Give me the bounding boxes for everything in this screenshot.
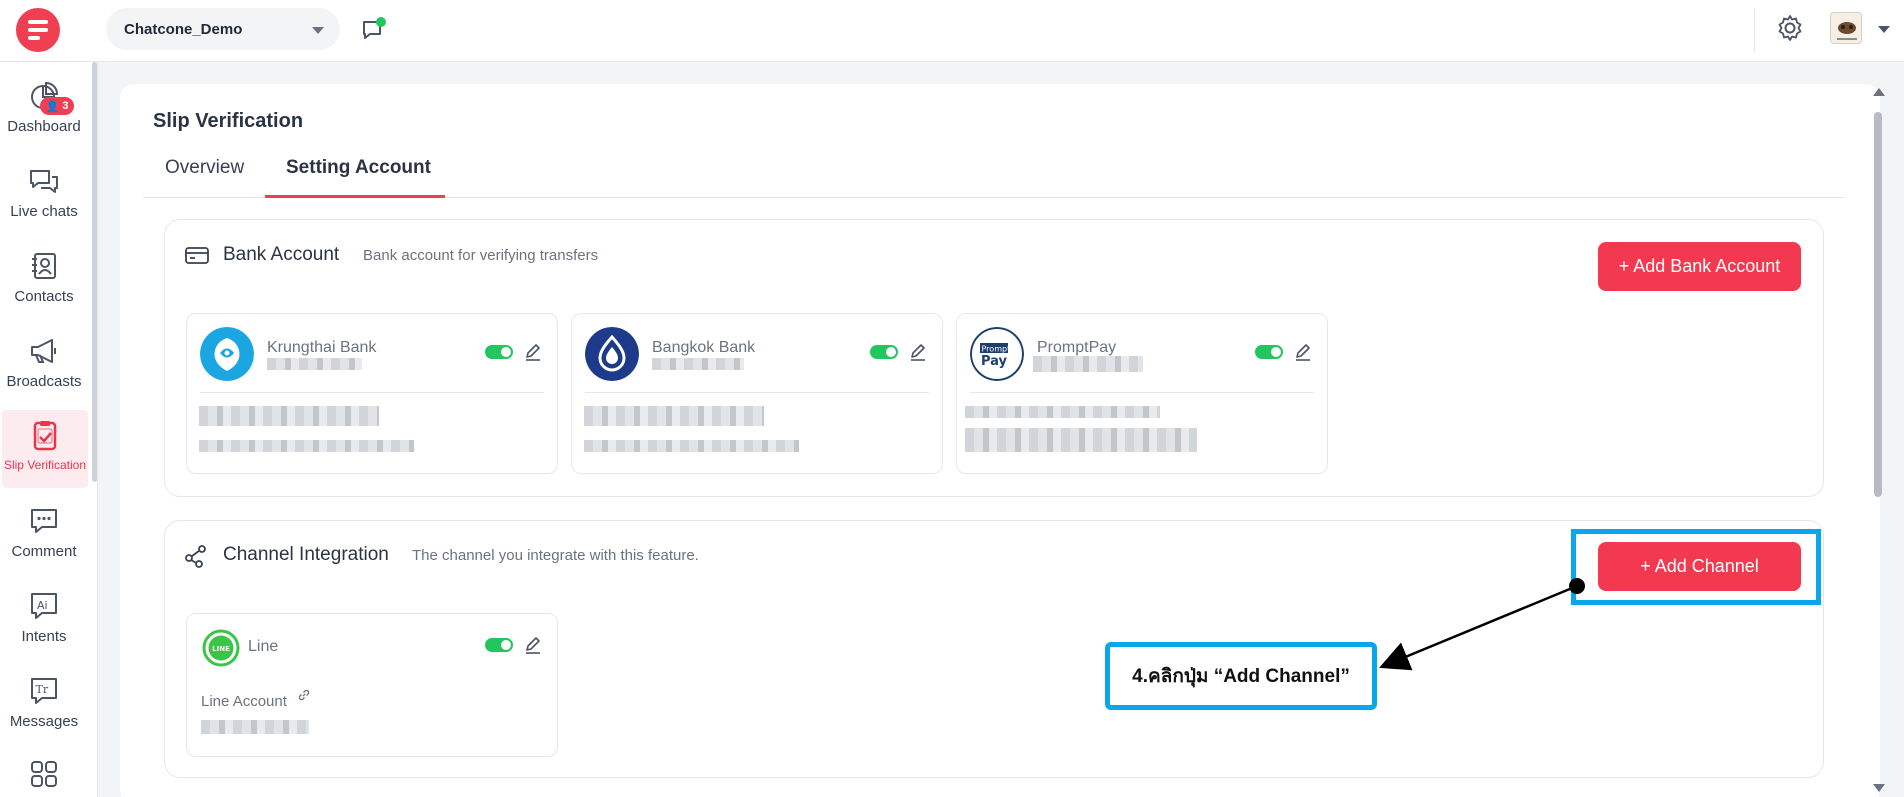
channel-section-title: Channel Integration: [223, 544, 389, 565]
bank-name: Bangkok Bank: [652, 339, 756, 356]
sidebar-item-label: Comment: [11, 543, 77, 560]
annotation-highlight-box: [1571, 529, 1821, 605]
bank-section-title: Bank Account: [223, 244, 340, 265]
apps-grid-icon: [31, 761, 57, 787]
chevron-down-icon[interactable]: [1878, 26, 1890, 33]
edit-icon[interactable]: [524, 343, 542, 361]
sidebar-item-messages[interactable]: Tr Messages: [0, 665, 88, 743]
enable-toggle[interactable]: [1255, 345, 1283, 359]
edit-icon[interactable]: [1294, 343, 1312, 361]
share-nodes-icon: [185, 545, 206, 568]
tab-overview[interactable]: Overview: [165, 157, 244, 197]
bank-name: PromptPay: [1037, 339, 1117, 356]
redacted-account-detail: [584, 440, 799, 452]
sidebar-item-broadcasts[interactable]: Broadcasts: [0, 325, 88, 403]
line-account-label: Line Account: [201, 693, 287, 710]
sidebar-item-label: Slip Verification: [3, 458, 87, 472]
topbar-divider: [1754, 8, 1755, 52]
redacted-account-number: [1033, 356, 1143, 372]
redacted-account-detail: [199, 440, 414, 452]
enable-toggle[interactable]: [485, 345, 513, 359]
sidebar-item-label: Intents: [21, 628, 67, 645]
sidebar-item-label: Messages: [9, 713, 79, 730]
workspace-name: Chatcone_Demo: [124, 20, 243, 38]
tab-setting-account[interactable]: Setting Account: [286, 157, 431, 197]
sidebar-item-comment[interactable]: Comment: [0, 495, 88, 573]
bank-name: Krungthai Bank: [267, 339, 377, 356]
chat-status-icon[interactable]: [360, 16, 388, 44]
scrollbar-thumb[interactable]: [1874, 112, 1882, 497]
messages-icon: Tr: [31, 678, 57, 704]
sidebar-item-slip-verification[interactable]: Slip Verification: [2, 410, 88, 488]
redacted-account-number: [267, 358, 362, 370]
page-title: Slip Verification: [153, 110, 304, 132]
contacts-icon: [32, 253, 56, 279]
gear-icon[interactable]: [1775, 13, 1805, 43]
bank-card-promptpay[interactable]: Prompt Pay PromptPay: [956, 313, 1328, 474]
bank-card-krungthai[interactable]: Krungthai Bank: [186, 313, 558, 474]
redacted-line-account: [201, 720, 309, 734]
active-tab-indicator: [265, 195, 445, 198]
svg-text:Ai: Ai: [37, 599, 48, 612]
live-chats-badge: 👤 3: [40, 97, 74, 115]
broadcast-icon: [31, 339, 56, 363]
svg-text:Pay: Pay: [981, 354, 1008, 369]
sidebar-item-label: Dashboard: [7, 118, 81, 135]
link-icon[interactable]: [297, 688, 311, 702]
svg-text:Tr: Tr: [36, 683, 49, 696]
intents-icon: Ai: [31, 593, 57, 619]
svg-text:Prompt: Prompt: [982, 345, 1011, 354]
channel-section-subtitle: The channel you integrate with this feat…: [412, 547, 699, 564]
chevron-down-icon: [312, 27, 324, 34]
bangkok-bank-logo-icon: [585, 327, 639, 381]
card-divider: [585, 392, 929, 393]
sidebar-item-label: Contacts: [14, 288, 74, 305]
redacted-account-name: [584, 406, 764, 426]
redacted-account-number: [652, 358, 744, 370]
krungthai-logo-icon: [200, 327, 254, 381]
sidebar-item-apps[interactable]: [0, 748, 88, 797]
redacted-account-detail: [965, 428, 1197, 452]
redacted-account-name: [965, 406, 1160, 418]
enable-toggle[interactable]: [870, 345, 898, 359]
tab-bar: Overview Setting Account: [143, 150, 1845, 198]
card-divider: [200, 392, 544, 393]
bank-section-subtitle: Bank account for verifying transfers: [363, 247, 599, 264]
add-bank-account-button[interactable]: + Add Bank Account: [1598, 242, 1801, 291]
sidebar-item-live-chats[interactable]: Live chats: [0, 155, 88, 233]
live-chats-icon: [30, 170, 58, 193]
sidebar-item-label: Live chats: [10, 203, 78, 220]
line-logo-icon: LINE: [202, 629, 240, 667]
sidebar-item-intents[interactable]: Ai Intents: [0, 580, 88, 658]
top-bar: Chatcone_Demo: [0, 0, 1904, 62]
slip-verification-icon: [33, 421, 57, 451]
workspace-select[interactable]: Chatcone_Demo: [106, 8, 340, 50]
sidebar-item-contacts[interactable]: Contacts: [0, 240, 88, 318]
line-logo-text: LINE: [212, 645, 230, 653]
promptpay-logo-icon: PromptPay: [970, 327, 1024, 381]
credit-card-icon: [185, 247, 209, 264]
bank-card-bangkok[interactable]: Bangkok Bank: [571, 313, 943, 474]
main-scrollbar[interactable]: [1872, 84, 1885, 797]
edit-icon[interactable]: [909, 343, 927, 361]
channel-name: Line: [248, 638, 279, 655]
annotation-callout: 4.คลิกปุ่ม “Add Channel”: [1105, 642, 1377, 710]
enable-toggle[interactable]: [485, 638, 513, 652]
card-divider: [970, 392, 1314, 393]
channel-card-line[interactable]: LINE Line Line Account: [186, 613, 558, 757]
sidebar-scrollbar[interactable]: [92, 62, 97, 482]
comment-icon: [31, 509, 57, 533]
redacted-account-name: [199, 406, 379, 426]
avatar[interactable]: [1830, 12, 1862, 44]
app-logo[interactable]: [16, 8, 60, 52]
sidebar-item-label: Broadcasts: [6, 373, 82, 390]
scroll-up-arrow-icon[interactable]: [1873, 88, 1885, 96]
edit-icon[interactable]: [524, 636, 542, 654]
scroll-down-arrow-icon[interactable]: [1873, 784, 1885, 792]
